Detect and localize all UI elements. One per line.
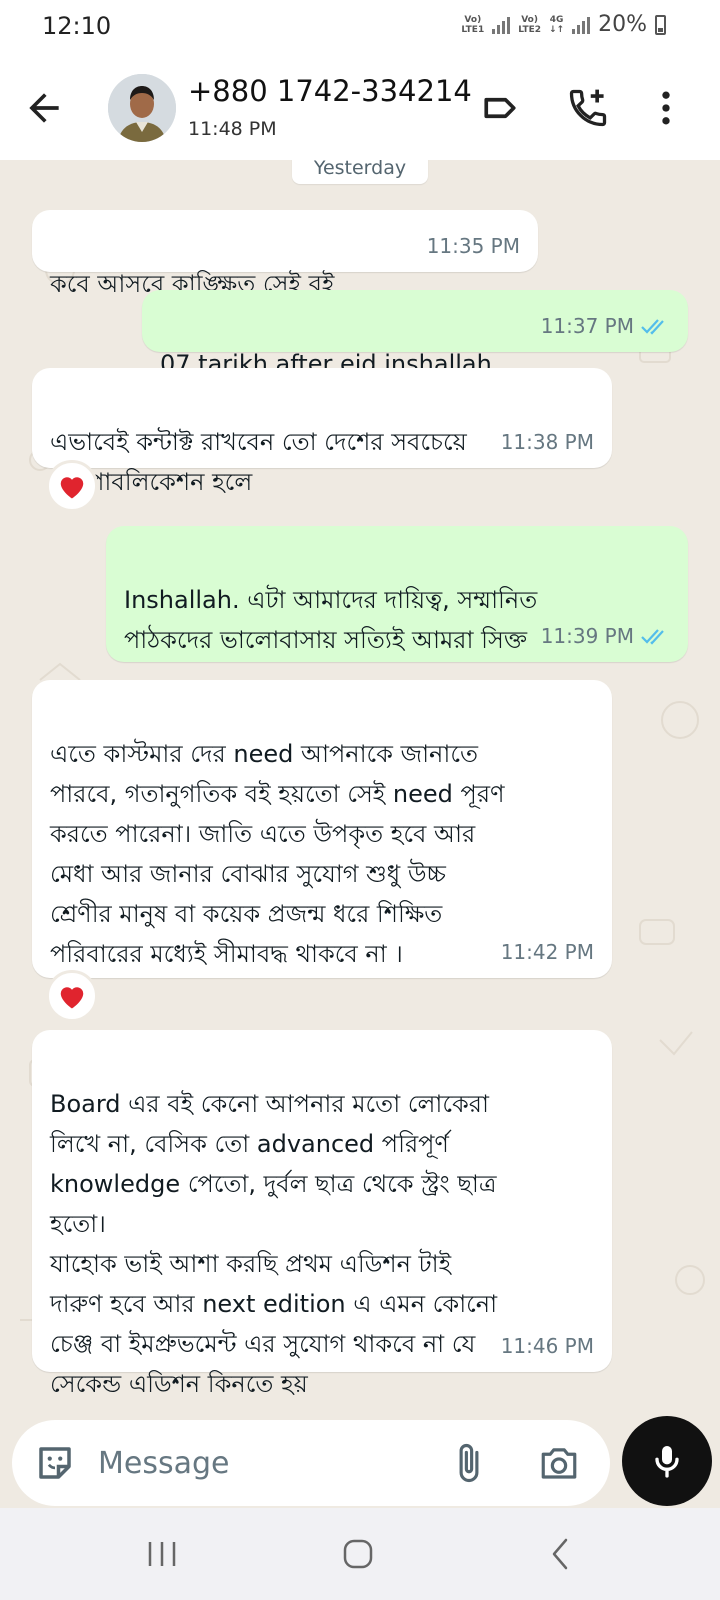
avatar[interactable] xyxy=(108,74,176,142)
mic-button[interactable] xyxy=(622,1416,712,1506)
network-type: 4G ↓↑ xyxy=(549,14,565,35)
heart-reaction[interactable] xyxy=(46,460,98,512)
status-time: 12:10 xyxy=(42,12,112,40)
battery-percent: 20% xyxy=(598,12,647,37)
message-time: 11:39 PM xyxy=(540,624,634,648)
signal-1-icon xyxy=(492,16,511,34)
message-time: 11:42 PM xyxy=(500,940,594,964)
read-ticks-icon xyxy=(641,319,664,335)
message-composer xyxy=(0,1416,720,1508)
back-icon[interactable] xyxy=(544,1536,580,1572)
system-nav-bar xyxy=(0,1508,720,1600)
contact-name[interactable]: +880 1742-334214 xyxy=(188,74,472,108)
sim1-indicator: Vo) LTE1 xyxy=(461,14,485,35)
status-bar: 12:10 Vo) LTE1 Vo) LTE2 4G ↓↑ 20% xyxy=(0,0,720,56)
message-meta: 11:42 PM xyxy=(501,932,594,972)
last-seen-status: 11:48 PM xyxy=(188,118,277,140)
message-bubble-outgoing[interactable]: Inshallah. এটা আমাদের দায়িত্ব, সম্মানিত… xyxy=(106,526,688,662)
signal-2-icon xyxy=(572,16,591,34)
message-text: Inshallah. এটা আমাদের দায়িত্ব, সম্মানিত… xyxy=(124,586,538,654)
add-call-icon[interactable] xyxy=(566,86,610,130)
message-meta: 11:35 PM xyxy=(427,226,520,266)
message-time: 11:46 PM xyxy=(500,1334,594,1358)
message-text: Board এর বই কেনো আপনার মতো লোকেরা লিখে ন… xyxy=(50,1090,498,1398)
message-time: 11:35 PM xyxy=(426,234,520,258)
chat-area[interactable]: Yesterday কবে আসবে কাঙ্ক্ষিত সেই বই 11:3… xyxy=(0,160,720,1416)
recent-apps-icon[interactable] xyxy=(140,1536,184,1572)
read-ticks-icon xyxy=(641,629,664,645)
attach-icon[interactable] xyxy=(448,1442,490,1484)
mic-icon xyxy=(655,1446,679,1478)
heart-icon xyxy=(60,477,84,499)
heart-icon xyxy=(60,987,84,1009)
message-bubble-incoming[interactable]: Board এর বই কেনো আপনার মতো লোকেরা লিখে ন… xyxy=(32,1030,612,1398)
message-time: 11:38 PM xyxy=(500,430,594,454)
label-icon[interactable] xyxy=(478,86,522,130)
message-time: 11:37 PM xyxy=(540,314,634,338)
message-input-pill[interactable] xyxy=(12,1420,610,1506)
message-meta: 11:46 PM xyxy=(501,1326,594,1366)
date-chip: Yesterday xyxy=(292,160,428,184)
home-icon[interactable] xyxy=(338,1534,378,1574)
sim2-indicator: Vo) LTE2 xyxy=(518,14,541,35)
message-input[interactable] xyxy=(98,1436,448,1490)
message-meta: 11:38 PM xyxy=(501,422,594,462)
chat-header: +880 1742-334214 11:48 PM xyxy=(0,56,720,160)
heart-reaction[interactable] xyxy=(46,970,98,1022)
message-bubble-incoming[interactable]: এভাবেই কন্টাক্ট রাখবেন তো দেশের সবচেয়ে … xyxy=(32,368,612,496)
more-vert-icon[interactable] xyxy=(644,86,688,130)
message-meta: 11:37 PM xyxy=(541,306,670,346)
message-meta: 11:39 PM xyxy=(541,616,670,656)
back-arrow-icon[interactable] xyxy=(22,86,66,130)
sticker-icon[interactable] xyxy=(34,1442,76,1484)
message-bubble-incoming[interactable]: কবে আসবে কাঙ্ক্ষিত সেই বই 11:35 PM xyxy=(32,210,538,298)
message-text: এতে কাস্টমার দের need আপনাকে জানাতে পারব… xyxy=(50,740,505,968)
message-bubble-outgoing[interactable]: 07 tarikh after eid inshallah 11:37 PM xyxy=(142,290,688,378)
message-bubble-incoming[interactable]: এতে কাস্টমার দের need আপনাকে জানাতে পারব… xyxy=(32,680,612,978)
status-indicators: Vo) LTE1 Vo) LTE2 4G ↓↑ 20% xyxy=(461,12,666,37)
battery-icon xyxy=(655,14,666,35)
camera-icon[interactable] xyxy=(538,1442,580,1484)
